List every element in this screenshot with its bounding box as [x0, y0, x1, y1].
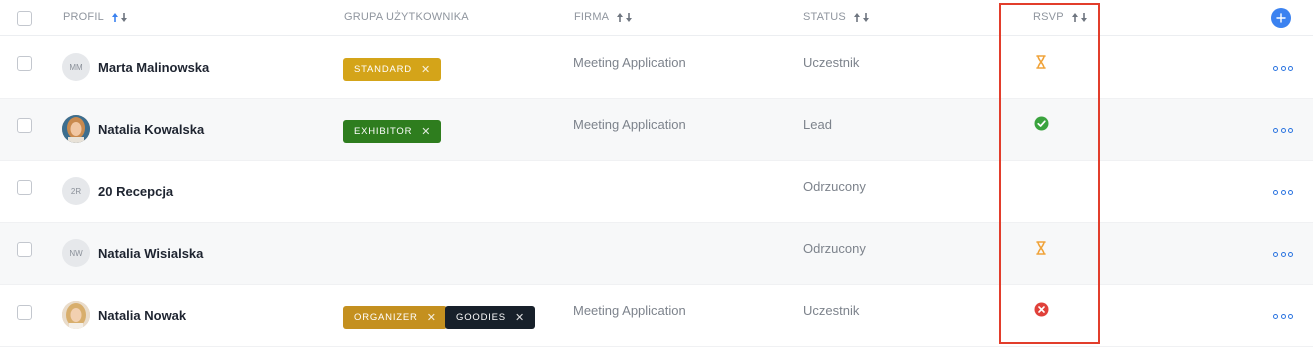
group-tag-label: EXHIBITOR [354, 126, 413, 137]
sort-arrows-icon[interactable] [1071, 12, 1087, 22]
select-all-checkbox[interactable] [17, 11, 32, 26]
row-checkbox[interactable] [17, 305, 32, 320]
company-name: Meeting Application [573, 55, 686, 70]
group-tag: ORGANIZER ✕ [343, 306, 447, 329]
more-dots-icon[interactable] [1273, 187, 1293, 197]
company-name: Meeting Application [573, 117, 686, 132]
table-row[interactable]: Natalia Nowak ORGANIZER ✕ GOODIES ✕ Meet… [0, 285, 1313, 347]
avatar: NW [62, 239, 90, 267]
group-tag-label: ORGANIZER [354, 312, 418, 323]
column-header-status[interactable]: STATUS [803, 11, 869, 23]
status-text: Lead [803, 117, 832, 132]
group-tag: EXHIBITOR ✕ [343, 120, 442, 143]
group-tag: STANDARD ✕ [343, 58, 441, 81]
column-header-label: RSVP [1033, 11, 1064, 23]
remove-tag-icon[interactable]: ✕ [421, 63, 431, 76]
column-header-label: PROFIL [63, 11, 104, 23]
sort-arrows-icon[interactable] [617, 12, 633, 22]
table-row[interactable]: 2R 20 Recepcja Odrzucony [0, 161, 1313, 223]
remove-tag-icon[interactable]: ✕ [427, 311, 437, 324]
row-checkbox[interactable] [17, 118, 32, 133]
row-checkbox[interactable] [17, 56, 32, 71]
profile-name[interactable]: 20 Recepcja [98, 184, 173, 199]
profile-name[interactable]: Natalia Kowalska [98, 122, 204, 137]
group-tag: GOODIES ✕ [445, 306, 535, 329]
avatar-initials: 2R [70, 186, 82, 196]
status-text: Odrzucony [803, 179, 866, 194]
status-text: Uczestnik [803, 303, 860, 318]
table-row[interactable]: NW Natalia Wisialska Odrzucony [0, 223, 1313, 285]
plus-icon [1276, 13, 1286, 23]
group-tag-label: STANDARD [354, 64, 412, 75]
column-header-label: STATUS [803, 11, 846, 23]
profile-name[interactable]: Natalia Wisialska [98, 246, 203, 261]
column-header-label: GRUPA UŻYTKOWNIKA [344, 11, 469, 23]
x-circle-icon [1033, 301, 1049, 317]
remove-tag-icon[interactable]: ✕ [515, 311, 525, 324]
attendees-table: PROFIL GRUPA UŻYTKOWNIKA FIRMA STATUS RS… [0, 0, 1313, 347]
avatar-initials: MM [69, 62, 83, 72]
avatar [62, 115, 90, 143]
avatar-initials: NW [69, 248, 83, 258]
column-header-grupa: GRUPA UŻYTKOWNIKA [344, 11, 469, 23]
column-header-rsvp[interactable]: RSVP [1033, 11, 1087, 23]
more-dots-icon[interactable] [1273, 249, 1293, 259]
avatar-photo [62, 115, 90, 143]
check-circle-icon [1033, 115, 1049, 131]
table-header: PROFIL GRUPA UŻYTKOWNIKA FIRMA STATUS RS… [0, 0, 1313, 36]
avatar: MM [62, 53, 90, 81]
table-row[interactable]: MM Marta Malinowska STANDARD ✕ Meeting A… [0, 37, 1313, 99]
status-text: Odrzucony [803, 241, 866, 256]
table-row[interactable]: Natalia Kowalska EXHIBITOR ✕ Meeting App… [0, 99, 1313, 161]
row-checkbox[interactable] [17, 180, 32, 195]
sort-arrows-icon[interactable] [853, 12, 869, 22]
sort-arrows-icon[interactable] [111, 12, 127, 22]
more-dots-icon[interactable] [1273, 63, 1293, 73]
avatar [62, 301, 90, 329]
avatar-photo [62, 301, 90, 329]
column-header-label: FIRMA [574, 11, 610, 23]
avatar: 2R [62, 177, 90, 205]
company-name: Meeting Application [573, 303, 686, 318]
profile-name[interactable]: Natalia Nowak [98, 308, 186, 323]
row-checkbox[interactable] [17, 242, 32, 257]
more-dots-icon[interactable] [1273, 125, 1293, 135]
column-header-profil[interactable]: PROFIL [63, 11, 127, 23]
add-attendee-button[interactable] [1271, 8, 1291, 28]
status-text: Uczestnik [803, 55, 860, 70]
column-header-firma[interactable]: FIRMA [574, 11, 633, 23]
hourglass-icon [1033, 240, 1049, 256]
more-dots-icon[interactable] [1273, 311, 1293, 321]
hourglass-icon [1033, 54, 1049, 70]
profile-name[interactable]: Marta Malinowska [98, 60, 209, 75]
remove-tag-icon[interactable]: ✕ [421, 125, 431, 138]
group-tag-label: GOODIES [456, 312, 506, 323]
